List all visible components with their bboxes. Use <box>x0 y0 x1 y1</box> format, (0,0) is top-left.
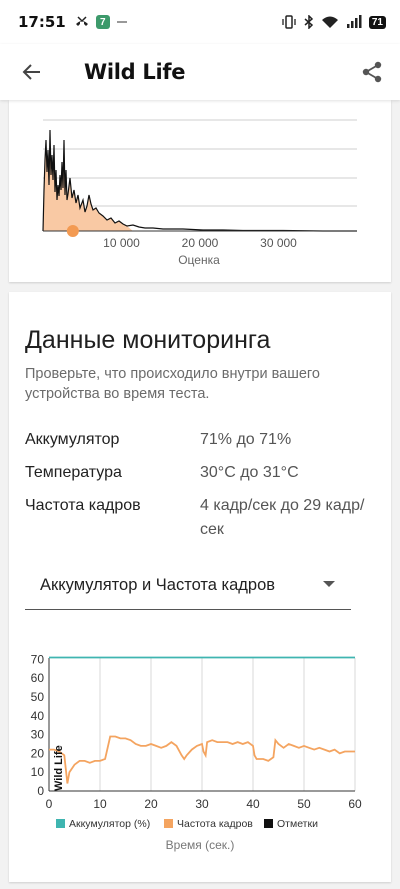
score-axis-label: Оценка <box>178 253 220 267</box>
signal-icon <box>346 15 362 28</box>
wifi-icon <box>321 16 338 28</box>
y-tick-label: 10 <box>31 765 45 779</box>
y-tick-label: 20 <box>31 746 45 760</box>
temperature-value: 30°C до 31°C <box>200 464 299 481</box>
app-bar: Wild Life <box>0 44 400 100</box>
battery-indicator: 71 <box>368 15 386 29</box>
missed-call-icon <box>75 16 88 26</box>
framerate-label: Частота кадров <box>25 497 141 514</box>
x-tick-label: 60 <box>348 797 362 811</box>
dropdown-caret-icon <box>323 581 335 587</box>
monitoring-title: Данные мониторинга <box>25 326 271 354</box>
y-tick-label: 60 <box>31 671 45 685</box>
x-tick-label: 30 <box>195 797 209 811</box>
framerate-value: 4 кадр/сек до 29 кадр/сек <box>200 497 365 538</box>
system-icons: 71 <box>281 15 386 29</box>
x-tick-label: 40 <box>246 797 260 811</box>
arrow-back-icon <box>22 64 40 80</box>
y-tick-label: 40 <box>31 709 45 723</box>
x-axis-label: Время (сек.) <box>166 838 235 852</box>
monitoring-card: Данные мониторинга Проверьте, что происх… <box>9 292 391 882</box>
legend-marks-swatch <box>264 819 273 828</box>
x-tick-label: 50 <box>297 797 311 811</box>
notification-icons: 7 <box>74 15 128 29</box>
more-notifications-icon <box>116 21 127 23</box>
legend-battery-label: Аккумулятор (%) <box>69 818 150 830</box>
bluetooth-icon <box>304 15 313 29</box>
y-tick-label: 0 <box>37 784 44 798</box>
battery-value: 71% до 71% <box>200 431 292 448</box>
y-tick-label: 50 <box>31 690 45 704</box>
dropdown-selected-value: Аккумулятор и Частота кадров <box>40 576 276 594</box>
framerate-row: Частота кадров 4 кадр/сек до 29 кадр/сек <box>25 494 364 538</box>
score-tick-label: 30 000 <box>260 236 297 250</box>
score-distribution-chart: 10 000 20 000 30 000 Оценка <box>42 119 357 267</box>
y-tick-label: 70 <box>31 652 45 666</box>
monitoring-description: Проверьте, что происходило внутри вашего… <box>25 366 320 402</box>
battery-row: Аккумулятор 71% до 71% <box>25 428 291 452</box>
legend-battery-swatch <box>56 819 65 828</box>
app-notification-badge: 7 <box>95 15 110 29</box>
battery-label: Аккумулятор <box>25 431 120 448</box>
vibrate-icon <box>282 15 296 29</box>
share-icon <box>362 61 382 83</box>
your-score-marker <box>66 225 79 237</box>
score-distribution-card: 10 000 20 000 30 000 Оценка <box>9 100 391 282</box>
chart-metric-dropdown[interactable]: Аккумулятор и Частота кадров <box>25 562 351 610</box>
page-title: Wild Life <box>84 60 186 84</box>
score-tick-label: 20 000 <box>182 236 219 250</box>
y-tick-label: 30 <box>31 728 45 742</box>
temperature-label: Температура <box>25 464 122 481</box>
legend-fps-swatch <box>164 819 173 828</box>
status-time: 17:51 <box>18 13 66 31</box>
back-button[interactable] <box>4 44 60 100</box>
legend-marks-label: Отметки <box>277 818 318 830</box>
x-tick-label: 20 <box>144 797 158 811</box>
wild-life-annotation: Wild Life <box>53 745 65 791</box>
chart-legend: Аккумулятор (%) Частота кадров Отметки <box>56 818 318 830</box>
status-bar: 17:51 7 71 <box>0 0 400 44</box>
legend-fps-label: Частота кадров <box>177 818 253 830</box>
temperature-row: Температура 30°C до 31°C <box>25 461 299 485</box>
share-button[interactable] <box>344 44 400 100</box>
x-tick-label: 10 <box>93 797 107 811</box>
x-tick-label: 0 <box>46 797 53 811</box>
monitoring-chart: 010203040506070 0 10 20 30 40 50 60 Wild Life … <box>31 652 362 852</box>
score-tick-label: 10 000 <box>103 236 140 250</box>
